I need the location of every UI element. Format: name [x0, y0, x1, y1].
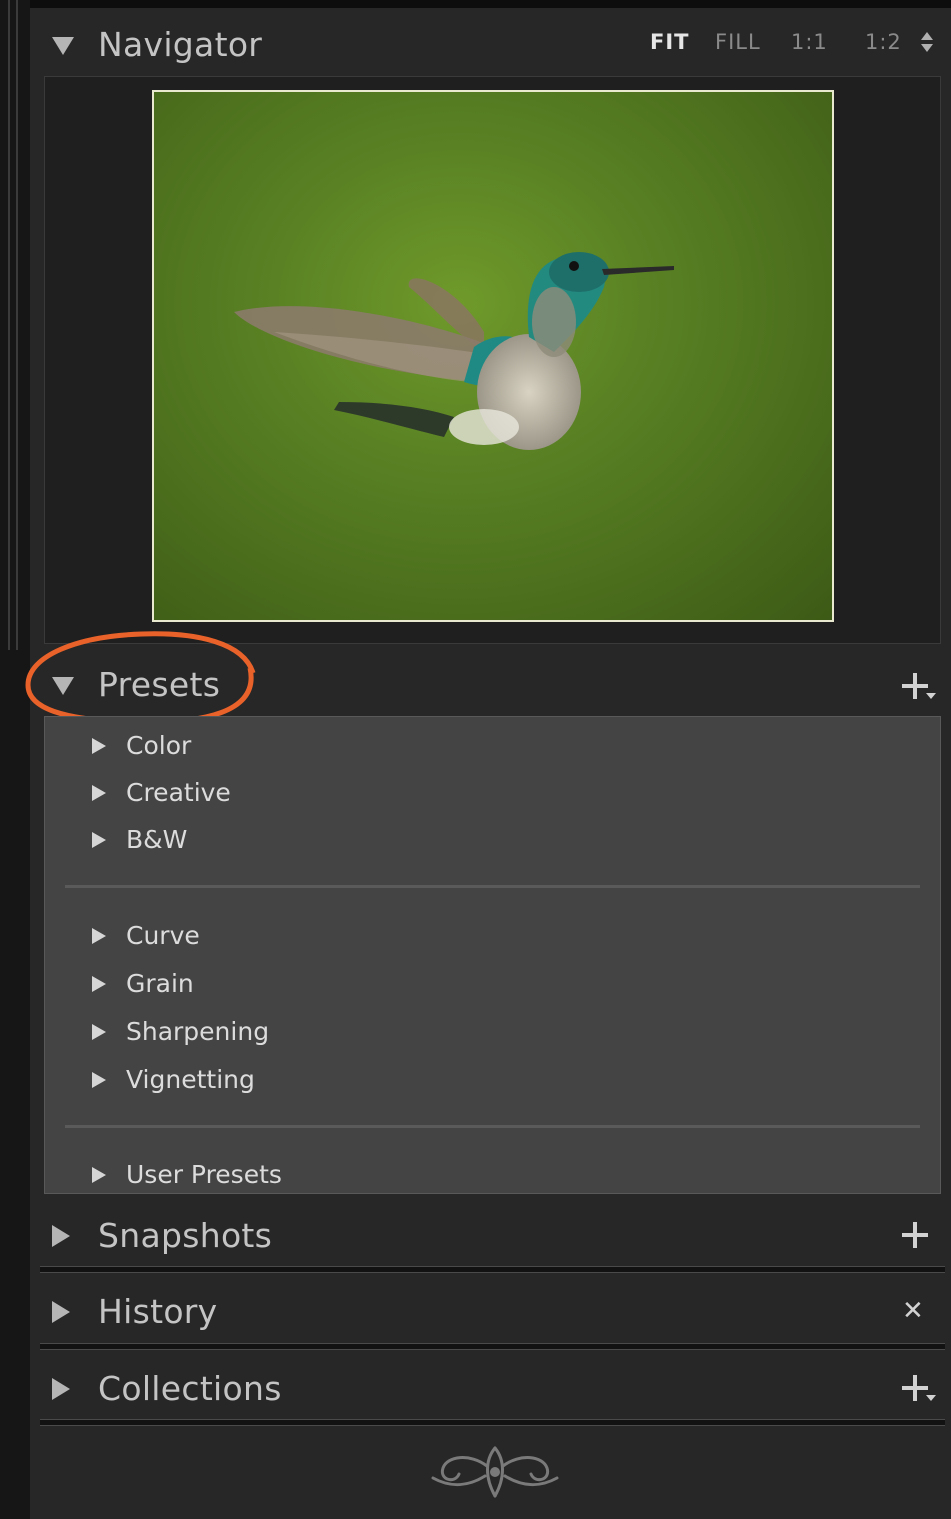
panel-end-ornament-icon — [431, 1446, 559, 1498]
presets-list: Color Creative B&W Curve Grain Sharpenin… — [44, 716, 941, 1194]
collections-header[interactable]: Collections — [30, 1363, 951, 1415]
preset-folder-bw[interactable]: B&W — [92, 825, 187, 854]
preset-separator — [65, 1125, 920, 1128]
add-preset-plus-icon[interactable] — [902, 673, 928, 699]
navigator-preview[interactable] — [152, 90, 834, 622]
zoom-fit[interactable]: FIT — [650, 30, 689, 54]
triangle-right-icon[interactable] — [52, 1378, 70, 1400]
triangle-right-icon[interactable] — [52, 1301, 70, 1323]
history-title: History — [98, 1292, 218, 1331]
history-header[interactable]: History — [30, 1286, 951, 1338]
triangle-right-icon[interactable] — [92, 737, 106, 754]
preset-folder-grain[interactable]: Grain — [92, 969, 194, 998]
triangle-right-icon[interactable] — [92, 975, 106, 992]
triangle-right-icon[interactable] — [92, 831, 106, 848]
triangle-right-icon[interactable] — [92, 1023, 106, 1040]
triangle-down-icon[interactable] — [52, 37, 74, 55]
triangle-right-icon[interactable] — [92, 784, 106, 801]
clear-history-close-icon[interactable]: ✕ — [902, 1298, 924, 1324]
triangle-right-icon[interactable] — [52, 1225, 70, 1247]
triangle-right-icon[interactable] — [92, 1071, 106, 1088]
add-preset-menu-icon[interactable] — [926, 693, 936, 699]
left-panel-edge — [0, 0, 30, 1519]
navigator-title: Navigator — [98, 25, 263, 64]
preset-folder-curve[interactable]: Curve — [92, 921, 200, 950]
snapshots-title: Snapshots — [98, 1216, 273, 1255]
panel-divider — [40, 1419, 945, 1426]
preset-folder-creative[interactable]: Creative — [92, 778, 231, 807]
add-collection-menu-icon[interactable] — [926, 1395, 936, 1401]
preset-folder-vignetting[interactable]: Vignetting — [92, 1065, 255, 1094]
preset-separator — [65, 885, 920, 888]
zoom-fill[interactable]: FILL — [715, 30, 761, 54]
snapshots-header[interactable]: Snapshots — [30, 1210, 951, 1262]
zoom-1-2[interactable]: 1:2 — [865, 30, 902, 54]
panel-divider — [40, 1266, 945, 1273]
zoom-stepper-icon[interactable] — [920, 30, 934, 56]
hummingbird-photo — [234, 252, 674, 450]
triangle-right-icon[interactable] — [92, 1166, 106, 1183]
preset-folder-sharpening[interactable]: Sharpening — [92, 1017, 269, 1046]
top-rule — [30, 0, 951, 8]
panel-divider — [40, 1343, 945, 1350]
zoom-1-1[interactable]: 1:1 — [791, 30, 828, 54]
triangle-right-icon[interactable] — [92, 927, 106, 944]
add-collection-plus-icon[interactable] — [902, 1375, 928, 1401]
collections-title: Collections — [98, 1369, 282, 1408]
preset-folder-user-presets[interactable]: User Presets — [92, 1160, 282, 1189]
preset-folder-color[interactable]: Color — [92, 731, 191, 760]
add-snapshot-plus-icon[interactable] — [902, 1222, 928, 1248]
